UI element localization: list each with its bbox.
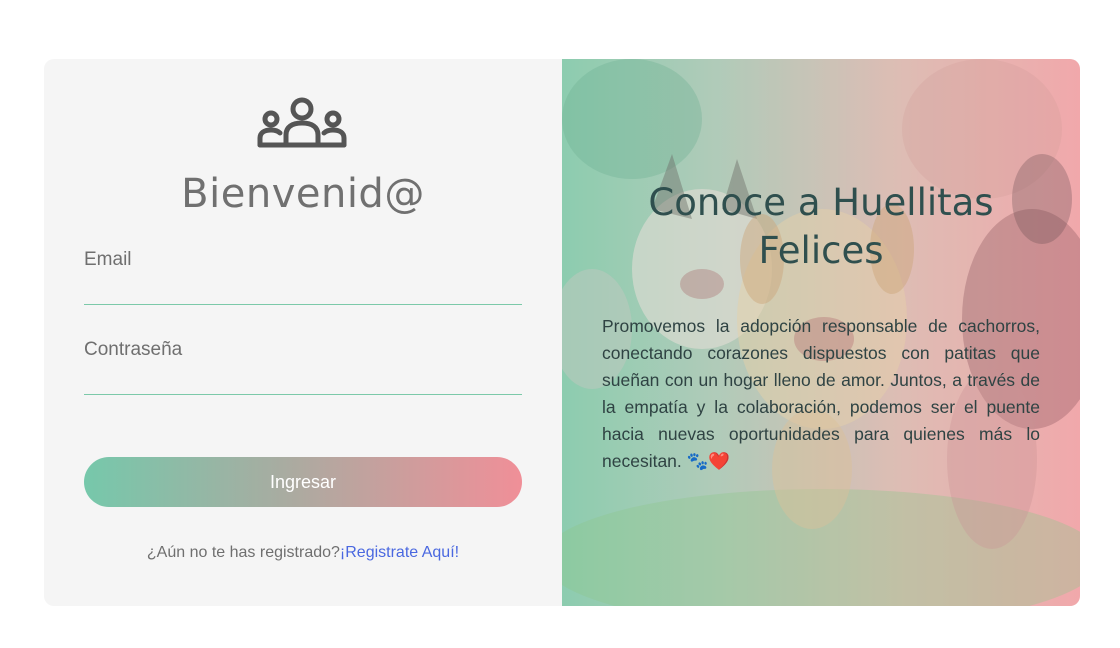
email-input[interactable]	[84, 271, 522, 305]
password-label: Contraseña	[84, 339, 183, 360]
welcome-heading: Bienvenid@	[181, 171, 425, 217]
register-link[interactable]: ¡Registrate Aquí!	[340, 544, 459, 561]
password-field-group: Contraseña	[84, 339, 522, 395]
promo-title: Conoce a Huellitas Felices	[648, 181, 994, 272]
register-prompt: ¿Aún no te has registrado?¡Registrate Aq…	[44, 544, 562, 562]
login-card: Bienvenid@ Email Contraseña Ingresar ¿Aú…	[44, 59, 1080, 606]
register-prompt-text: ¿Aún no te has registrado?	[146, 544, 340, 561]
promo-panel: Conoce a Huellitas Felices Promovemos la…	[562, 59, 1080, 606]
password-input[interactable]	[84, 361, 522, 395]
promo-content: Conoce a Huellitas Felices Promovemos la…	[562, 59, 1080, 606]
email-field-group: Email	[84, 249, 522, 305]
email-label: Email	[84, 249, 132, 270]
promo-text: Promovemos la adopción responsable de ca…	[602, 316, 1040, 471]
login-button[interactable]: Ingresar	[84, 457, 522, 507]
login-panel: Bienvenid@ Email Contraseña Ingresar ¿Aú…	[44, 59, 562, 606]
users-group-icon	[257, 97, 347, 148]
